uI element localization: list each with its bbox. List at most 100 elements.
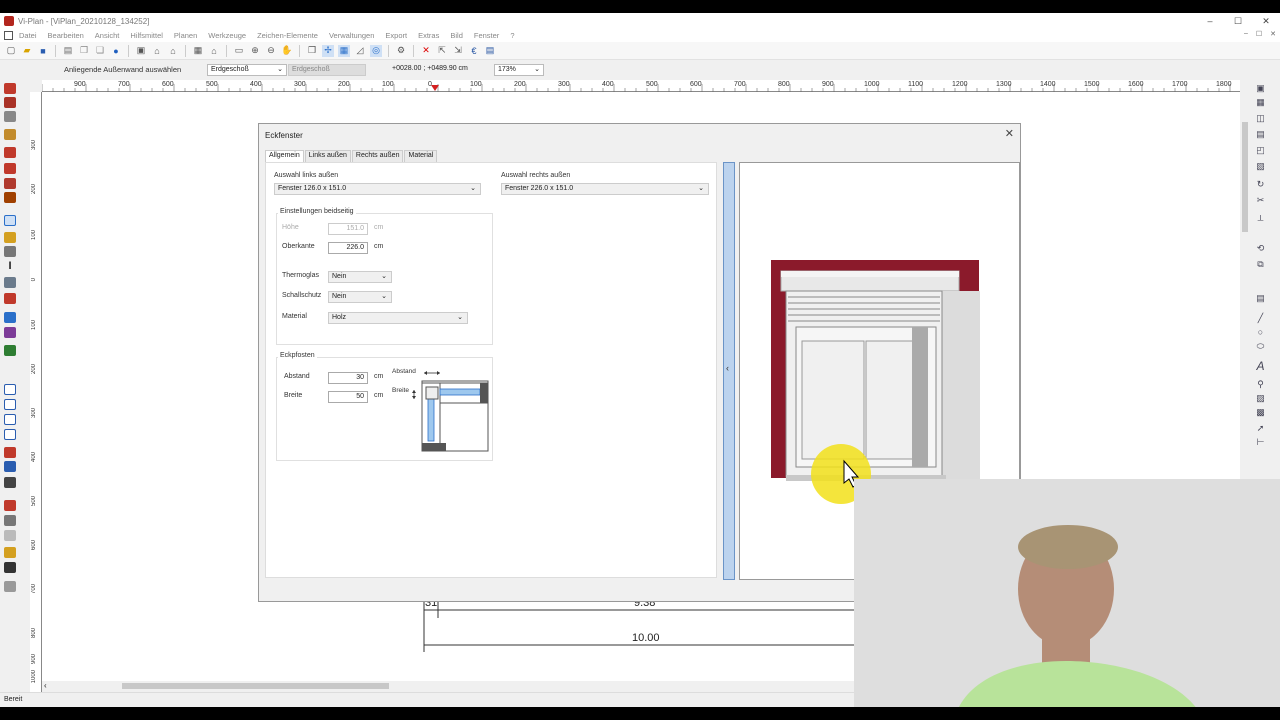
zoom-out-icon[interactable]: ⊖ bbox=[265, 45, 277, 57]
menu-hilfsmittel[interactable]: Hilfsmittel bbox=[130, 31, 163, 40]
zoom-window-icon[interactable]: ▭ bbox=[233, 45, 245, 57]
left-window-select[interactable]: Fenster 126.0 x 151.0 ⌄ bbox=[274, 183, 481, 195]
roof-window-icon[interactable] bbox=[4, 163, 16, 174]
material-select[interactable]: Holz ⌄ bbox=[328, 312, 468, 324]
import-icon[interactable]: ⇲ bbox=[452, 45, 464, 57]
line-icon[interactable]: ╱ bbox=[1255, 313, 1266, 323]
zoom-in-icon[interactable]: ⊕ bbox=[249, 45, 261, 57]
fill-icon[interactable]: ▩ bbox=[1255, 407, 1266, 417]
euro-icon[interactable]: € bbox=[468, 45, 480, 57]
library-icon[interactable] bbox=[4, 581, 16, 592]
vertical-scrollbar[interactable] bbox=[1240, 92, 1250, 492]
edit-icon[interactable] bbox=[4, 547, 16, 558]
minimize-button[interactable]: – bbox=[1196, 13, 1224, 29]
menu-help[interactable]: ? bbox=[510, 31, 514, 40]
menu-werkzeuge[interactable]: Werkzeuge bbox=[208, 31, 246, 40]
menu-bild[interactable]: Bild bbox=[450, 31, 463, 40]
grid-icon[interactable]: ▦ bbox=[338, 44, 350, 57]
text-icon[interactable]: A bbox=[1255, 359, 1266, 373]
trim-icon[interactable]: ✂ bbox=[1255, 195, 1266, 205]
eraser-icon[interactable] bbox=[4, 530, 16, 541]
distance-input[interactable]: 30 bbox=[328, 372, 368, 384]
furniture-icon[interactable] bbox=[4, 312, 16, 323]
document-icon[interactable] bbox=[4, 31, 13, 40]
move-icon[interactable]: ⇱ bbox=[436, 45, 448, 57]
roof-edit-icon[interactable] bbox=[4, 192, 16, 203]
mdi-close-button[interactable]: ✕ bbox=[1270, 30, 1276, 38]
mdi-restore-button[interactable]: ☐ bbox=[1256, 30, 1262, 38]
frame-icon[interactable]: ▣ bbox=[135, 45, 147, 57]
snap-icon[interactable]: ✢ bbox=[322, 44, 334, 57]
b-symbol-icon[interactable] bbox=[4, 399, 16, 410]
thermo-select[interactable]: Nein ⌄ bbox=[328, 271, 392, 283]
3d-view-icon[interactable]: ◰ bbox=[1255, 145, 1266, 155]
layers-icon[interactable]: ❒ bbox=[306, 45, 318, 57]
r-symbol-icon[interactable] bbox=[4, 429, 16, 440]
page-icon[interactable]: ▤ bbox=[1255, 293, 1266, 303]
delete-icon[interactable]: ✕ bbox=[420, 45, 432, 57]
electric-icon[interactable] bbox=[4, 477, 16, 488]
stamp-icon[interactable]: ⚲ bbox=[1255, 379, 1266, 389]
panel-splitter[interactable]: ‹ bbox=[723, 162, 735, 580]
scroll-left-icon[interactable]: ‹ bbox=[44, 681, 47, 690]
mdi-minimize-button[interactable]: – bbox=[1244, 30, 1248, 38]
zoom-select[interactable]: 173% ⌄ bbox=[494, 64, 544, 76]
copy-icon[interactable]: ❐ bbox=[78, 45, 90, 57]
menu-ansicht[interactable]: Ansicht bbox=[95, 31, 120, 40]
info-icon[interactable]: ● bbox=[110, 45, 122, 57]
sanitary-icon[interactable] bbox=[4, 447, 16, 458]
house-dropdown-icon[interactable]: ⌂ bbox=[167, 45, 179, 57]
floor-select[interactable]: Erdgeschoß ⌄ bbox=[207, 64, 287, 76]
g-symbol-icon[interactable] bbox=[4, 414, 16, 425]
arrow-icon[interactable]: ➚ bbox=[1255, 423, 1266, 433]
tab-material[interactable]: Material bbox=[404, 150, 438, 162]
collapse-arrow-icon[interactable]: ‹ bbox=[726, 363, 729, 373]
circle-icon[interactable]: ○ bbox=[1255, 327, 1266, 337]
right-window-select[interactable]: Fenster 226.0 x 151.0 ⌄ bbox=[501, 183, 709, 195]
sound-select[interactable]: Nein ⌄ bbox=[328, 291, 392, 303]
target-icon[interactable]: ◎ bbox=[370, 44, 382, 57]
kitchen-icon[interactable] bbox=[4, 461, 16, 472]
landscape-icon[interactable] bbox=[4, 327, 16, 338]
object-icon[interactable] bbox=[4, 293, 16, 304]
wall-tool-icon[interactable] bbox=[4, 83, 16, 94]
settings-icon[interactable]: ⚙ bbox=[395, 45, 407, 57]
horizontal-scroll-thumb[interactable] bbox=[122, 683, 389, 689]
extend-icon[interactable]: ⟂ bbox=[1255, 213, 1266, 223]
elevation-icon[interactable]: ▤ bbox=[1255, 129, 1266, 139]
copy-tool-icon[interactable]: ⧉ bbox=[1255, 259, 1266, 269]
measure-icon[interactable]: ◿ bbox=[354, 45, 366, 57]
menu-fenster[interactable]: Fenster bbox=[474, 31, 499, 40]
open-folder-icon[interactable]: ▰ bbox=[21, 45, 33, 57]
pan-hand-icon[interactable]: ✋ bbox=[281, 45, 293, 57]
window-tool-icon[interactable] bbox=[4, 215, 16, 226]
menu-planen[interactable]: Planen bbox=[174, 31, 197, 40]
menu-extras[interactable]: Extras bbox=[418, 31, 439, 40]
3d-house-icon[interactable]: ⌂ bbox=[208, 45, 220, 57]
export-icon[interactable]: ▤ bbox=[484, 45, 496, 57]
camera-icon[interactable]: ▧ bbox=[1255, 161, 1266, 171]
save-icon[interactable]: ■ bbox=[37, 45, 49, 57]
tab-links-aussen[interactable]: Links außen bbox=[304, 150, 351, 162]
width-input[interactable]: 50 bbox=[328, 391, 368, 403]
plan-icon[interactable]: ▦ bbox=[1255, 97, 1266, 107]
menu-zeichen-elemente[interactable]: Zeichen-Elemente bbox=[257, 31, 318, 40]
ellipse-icon[interactable]: ⬭ bbox=[1255, 341, 1266, 351]
new-file-icon[interactable]: ▢ bbox=[5, 45, 17, 57]
pen-icon[interactable] bbox=[4, 500, 16, 511]
text-tool-icon[interactable]: I bbox=[4, 260, 16, 272]
view-icon[interactable]: ▣ bbox=[1255, 83, 1266, 93]
tab-allgemein[interactable]: Allgemein bbox=[265, 150, 304, 162]
tab-rechts-aussen[interactable]: Rechts außen bbox=[351, 150, 404, 162]
menu-datei[interactable]: Datei bbox=[19, 31, 37, 40]
wall-corner-icon[interactable] bbox=[4, 111, 16, 122]
roof-icon[interactable] bbox=[4, 147, 16, 158]
dormer-icon[interactable] bbox=[4, 178, 16, 189]
rotate-icon[interactable]: ↻ bbox=[1255, 179, 1266, 189]
dialog-close-button[interactable]: ✕ bbox=[1005, 127, 1014, 140]
wall-variant-icon[interactable] bbox=[4, 97, 16, 108]
section-icon[interactable]: ◫ bbox=[1255, 113, 1266, 123]
menu-export[interactable]: Export bbox=[385, 31, 407, 40]
mirror-icon[interactable]: ⟲ bbox=[1255, 243, 1266, 253]
horizontal-scrollbar[interactable]: ‹ bbox=[42, 681, 854, 691]
